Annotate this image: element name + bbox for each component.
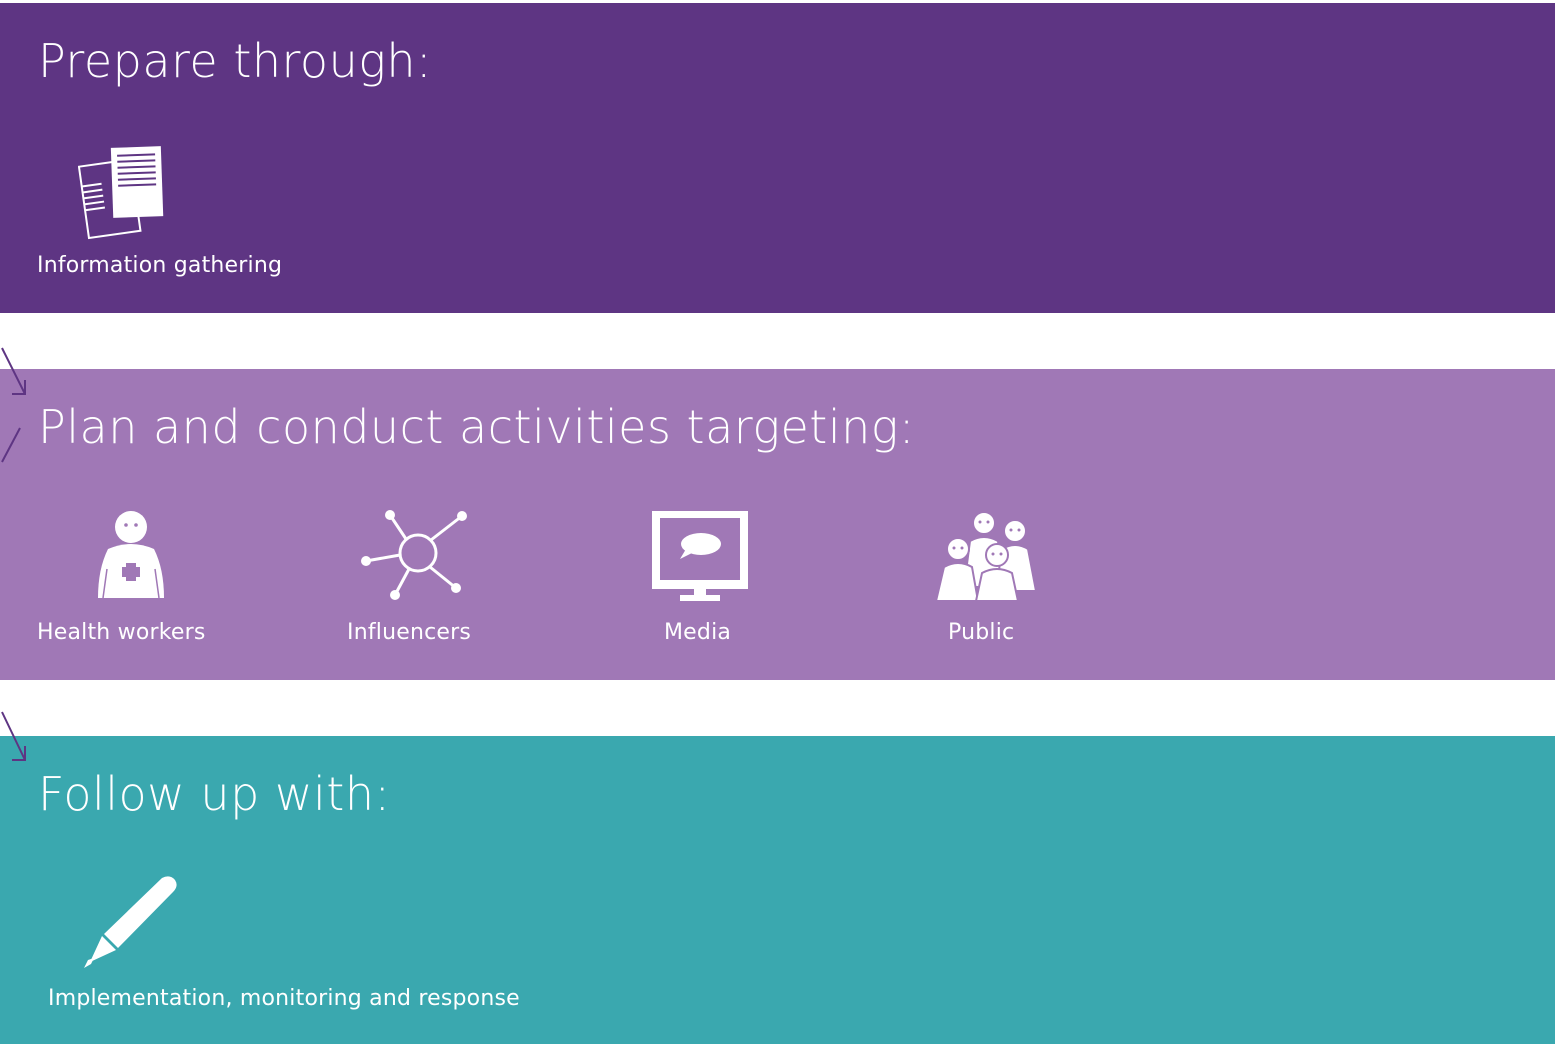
item-label: Public <box>948 620 1015 645</box>
item-health-workers: Health workers <box>0 369 300 680</box>
plan-section: Plan and conduct activities targeting: H… <box>0 369 1555 680</box>
documents-icon <box>78 146 164 240</box>
pencil-icon <box>84 876 177 968</box>
people-group-icon <box>934 511 1038 602</box>
network-icon <box>361 510 467 600</box>
item-information-gathering: Information gathering <box>0 3 300 313</box>
item-influencers: Influencers <box>310 369 610 680</box>
item-implementation: Implementation, monitoring and response <box>0 736 600 1044</box>
followup-section: Follow up with: Implementation, monitori… <box>0 736 1555 1044</box>
monitor-icon <box>652 511 748 601</box>
prepare-section: Prepare through: Information gathering <box>0 3 1555 313</box>
item-label: Media <box>664 620 732 645</box>
item-media: Media <box>620 369 920 680</box>
item-label: Information gathering <box>37 253 283 278</box>
item-public: Public <box>920 369 1220 680</box>
item-label: Health workers <box>37 620 206 645</box>
item-label: Influencers <box>347 620 472 645</box>
health-worker-icon <box>98 511 164 599</box>
item-label: Implementation, monitoring and response <box>48 986 520 1011</box>
